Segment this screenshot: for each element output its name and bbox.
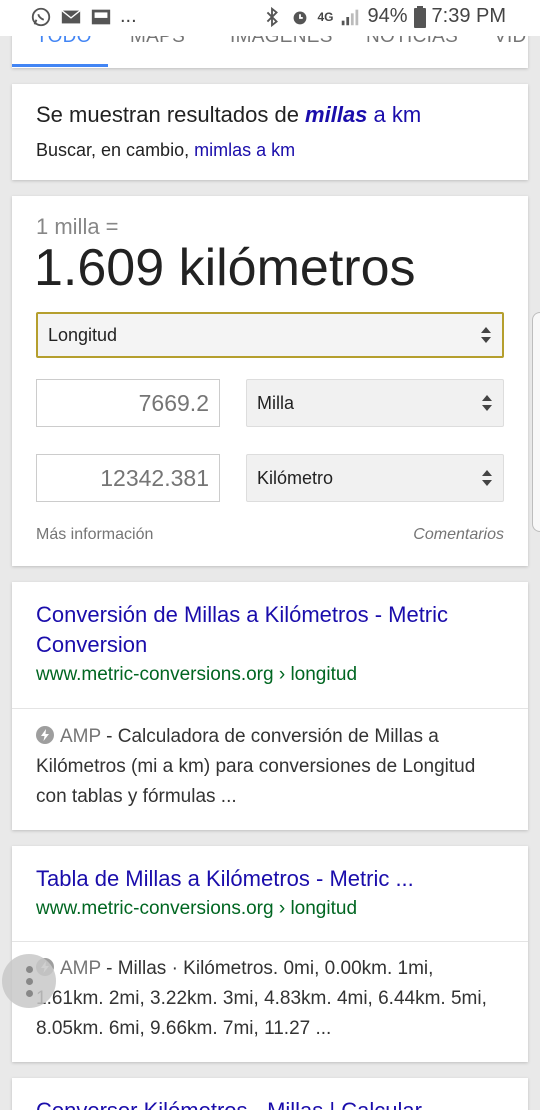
battery-percent: 94%	[367, 5, 408, 27]
result-url[interactable]: www.metric-conversions.org › longitud	[36, 898, 357, 920]
showing-results-text: Se muestran resultados de millas a km	[36, 102, 504, 128]
search-instead-prefix: Buscar, en cambio,	[36, 140, 195, 160]
snippet-text: - Calculadora de conversión de Millas a …	[36, 726, 476, 807]
edge-panel-handle[interactable]	[532, 312, 540, 532]
search-instead-text: Buscar, en cambio, mimlas a km	[36, 140, 504, 161]
battery-icon	[413, 5, 426, 28]
from-unit-select[interactable]: Milla	[246, 379, 504, 427]
result-title-link[interactable]: Conversión de Millas a Kilómetros - Metr…	[36, 600, 506, 660]
result-url[interactable]: www.metric-conversions.org › longitud	[36, 664, 357, 686]
signal-icon	[342, 9, 359, 25]
clock: 7:39 PM	[431, 5, 506, 27]
bluetooth-icon	[267, 6, 279, 27]
conversion-equation: 1 milla =	[36, 214, 119, 239]
search-result: Conversor Kilómetros - Millas | Calcular	[12, 1078, 528, 1110]
divider	[12, 708, 528, 709]
amp-label: AMP	[60, 726, 101, 747]
category-select[interactable]: Longitud	[36, 312, 504, 358]
from-unit-value: Milla	[257, 392, 295, 413]
category-value: Longitud	[48, 324, 118, 345]
unit-converter-card: 1 milla = 1.609 kilómetros Longitud 7669…	[12, 196, 528, 566]
from-value-input[interactable]: 7669.2	[36, 379, 220, 427]
alarm-icon	[294, 11, 307, 24]
feedback-link[interactable]: Comentarios	[413, 526, 504, 544]
to-unit-select[interactable]: Kilómetro	[246, 454, 504, 502]
system-icons: 4G 94% 7:39 PM	[261, 5, 506, 28]
result-snippet: AMP - Calculadora de conversión de Milla…	[36, 722, 506, 812]
search-result: Conversión de Millas a Kilómetros - Metr…	[12, 582, 528, 830]
to-unit-value: Kilómetro	[257, 467, 334, 488]
network-type: 4G	[317, 9, 334, 24]
whatsapp-icon	[31, 7, 51, 26]
original-query-link[interactable]: mimlas a km	[194, 140, 295, 160]
mail-icon	[61, 9, 81, 23]
dot	[25, 989, 33, 997]
select-arrows-icon	[482, 470, 492, 486]
floating-menu-button[interactable]	[2, 954, 56, 1008]
corrected-query-rest[interactable]: a km	[367, 102, 422, 127]
result-title-link[interactable]: Conversor Kilómetros - Millas | Calcular	[36, 1096, 506, 1110]
to-value-input[interactable]: 12342.381	[36, 454, 220, 502]
search-result: Tabla de Millas a Kilómetros - Metric ..…	[12, 846, 528, 1062]
status-bar: ... 4G 94% 7:39 PM	[0, 0, 540, 36]
dot	[25, 977, 33, 985]
divider	[12, 941, 528, 942]
inbox-icon	[91, 9, 111, 24]
showing-prefix: Se muestran resultados de	[36, 102, 306, 127]
amp-lightning-icon	[36, 726, 54, 744]
result-snippet: AMP - Millas · Kilómetros. 0mi, 0.00km. …	[36, 954, 506, 1044]
select-arrows-icon	[482, 395, 492, 411]
amp-label: AMP	[60, 958, 101, 979]
result-title-link[interactable]: Tabla de Millas a Kilómetros - Metric ..…	[36, 864, 506, 894]
corrected-query-bold[interactable]: millas	[305, 102, 367, 127]
snippet-text: - Millas · Kilómetros. 0mi, 0.00km. 1mi,…	[36, 958, 487, 1039]
select-arrows-icon	[481, 327, 491, 343]
more-info-link[interactable]: Más información	[36, 526, 153, 544]
conversion-result: 1.609 kilómetros	[34, 239, 416, 297]
dot	[25, 965, 33, 973]
more-notifications: ...	[120, 5, 137, 27]
notification-icons: ...	[30, 5, 137, 28]
spelling-correction-card: Se muestran resultados de millas a km Bu…	[12, 84, 528, 180]
active-tab-indicator	[12, 64, 108, 67]
